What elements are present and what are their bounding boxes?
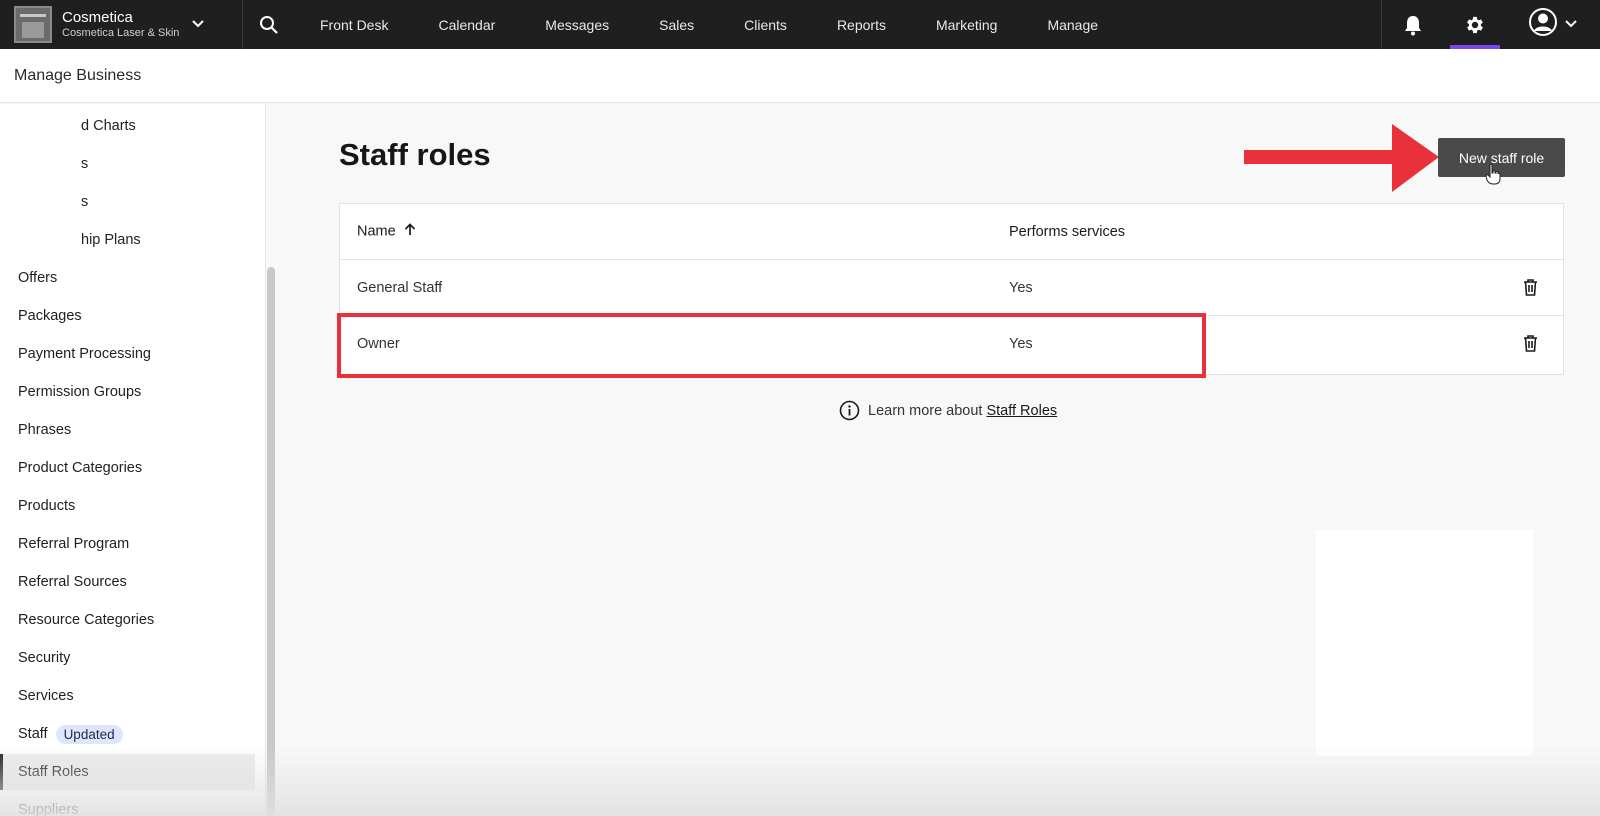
sidebar-item-label: s	[81, 156, 89, 172]
updated-badge: Updated	[55, 724, 123, 744]
sidebar-item-label: Packages	[18, 308, 82, 324]
nav-reports[interactable]: Reports	[812, 0, 911, 49]
table-row[interactable]: General Staff Yes	[340, 260, 1563, 316]
sidebar-item-label: d Charts	[81, 118, 136, 134]
sidebar-item-label: s	[81, 194, 89, 210]
sidebar-item-products[interactable]: Products	[0, 488, 255, 524]
nav-calendar[interactable]: Calendar	[413, 0, 520, 49]
page-header: Manage Business	[0, 49, 1600, 103]
nav-manage[interactable]: Manage	[1022, 0, 1123, 49]
nav-marketing[interactable]: Marketing	[911, 0, 1022, 49]
sidebar-scrollbar[interactable]	[267, 267, 275, 816]
sidebar-item-referral-program[interactable]: Referral Program	[0, 526, 255, 562]
business-name: Cosmetica	[62, 8, 133, 26]
sidebar-item-label: Payment Processing	[18, 346, 151, 362]
nav-front-desk[interactable]: Front Desk	[295, 0, 413, 49]
bell-icon[interactable]	[1382, 0, 1444, 49]
sidebar-item-label: Suppliers	[18, 802, 79, 816]
gear-icon[interactable]	[1444, 0, 1506, 49]
column-label: Name	[357, 223, 396, 240]
chevron-down-icon[interactable]	[191, 16, 205, 34]
sidebar-item-label: Products	[18, 498, 76, 514]
page-header-title: Manage Business	[14, 66, 142, 84]
table-header-row: Name Performs services	[340, 204, 1563, 260]
sidebar-item-product-categories[interactable]: Product Categories	[0, 450, 255, 486]
business-location: Cosmetica Laser & Skin	[62, 26, 180, 39]
top-navigation: Cosmetica Cosmetica Laser & Skin Front D…	[0, 0, 1600, 49]
sidebar-item-label: Security	[18, 650, 71, 666]
sidebar-item-clipped-2[interactable]: s	[0, 184, 255, 220]
red-highlight-box	[337, 313, 1206, 378]
sidebar-item-label: Referral Program	[18, 536, 130, 552]
sidebar-item-charts[interactable]: d Charts	[0, 108, 255, 144]
trash-icon[interactable]	[1523, 278, 1538, 300]
sidebar-item-label: Phrases	[18, 422, 72, 438]
sidebar-item-label: Services	[18, 688, 74, 704]
sidebar-item-label: Product Categories	[18, 460, 143, 476]
sidebar-item-staff-roles[interactable]: Staff Roles	[0, 754, 255, 790]
learn-more-text: Learn more about	[868, 402, 983, 419]
sidebar-item-permission-groups[interactable]: Permission Groups	[0, 374, 255, 410]
learn-more: Learn more about Staff Roles	[839, 400, 1057, 421]
performs-services-column-header[interactable]: Performs services	[1009, 224, 1125, 240]
nav-clients[interactable]: Clients	[719, 0, 812, 49]
sidebar-item-membership-plans[interactable]: hip Plans	[0, 222, 255, 258]
staff-roles-link[interactable]: Staff Roles	[986, 403, 1057, 419]
sidebar-item-offers[interactable]: Offers	[0, 260, 255, 296]
avatar-icon	[1528, 7, 1558, 42]
sidebar-item-phrases[interactable]: Phrases	[0, 412, 255, 448]
profile-menu[interactable]	[1506, 0, 1600, 49]
sidebar-item-packages[interactable]: Packages	[0, 298, 255, 334]
page-title: Staff roles	[339, 137, 491, 172]
chevron-down-icon	[1564, 16, 1578, 34]
sidebar-item-label: Permission Groups	[18, 384, 142, 400]
sidebar-item-label: Referral Sources	[18, 574, 127, 590]
sidebar-item-security[interactable]: Security	[0, 640, 255, 676]
red-arrow-annotation	[1244, 124, 1439, 192]
business-switcher[interactable]: Cosmetica Cosmetica Laser & Skin	[0, 0, 243, 49]
sidebar-item-label: Staff Roles	[18, 764, 89, 780]
nav-sales[interactable]: Sales	[634, 0, 719, 49]
performs-services-value: Yes	[1009, 279, 1033, 296]
sidebar-item-clipped-1[interactable]: s	[0, 146, 255, 182]
info-icon	[839, 400, 860, 421]
nav-messages[interactable]: Messages	[520, 0, 634, 49]
role-name[interactable]: General Staff	[357, 280, 442, 296]
sidebar-item-label: Offers	[18, 270, 58, 286]
search-icon[interactable]	[243, 0, 295, 49]
trash-icon[interactable]	[1523, 334, 1538, 356]
business-logo	[14, 6, 52, 43]
sidebar-item-label: Resource Categories	[18, 612, 155, 628]
sidebar-item-services[interactable]: Services	[0, 678, 255, 714]
sidebar-item-suppliers[interactable]: Suppliers	[0, 792, 255, 816]
sidebar: d Charts s s hip Plans Offers Packages P…	[0, 104, 266, 816]
name-column-header[interactable]: Name	[357, 223, 416, 240]
sidebar-item-label: hip Plans	[81, 232, 141, 248]
sidebar-item-payment-processing[interactable]: Payment Processing	[0, 336, 255, 372]
sidebar-item-resource-categories[interactable]: Resource Categories	[0, 602, 255, 638]
sidebar-item-label: Staff	[18, 726, 48, 742]
white-overlay-box	[1316, 530, 1533, 756]
arrow-up-icon	[404, 223, 416, 240]
sidebar-item-referral-sources[interactable]: Referral Sources	[0, 564, 255, 600]
sidebar-item-staff[interactable]: Staff Updated	[0, 716, 255, 752]
new-staff-role-button[interactable]: New staff role	[1438, 138, 1565, 177]
hand-cursor-icon	[1485, 163, 1501, 190]
